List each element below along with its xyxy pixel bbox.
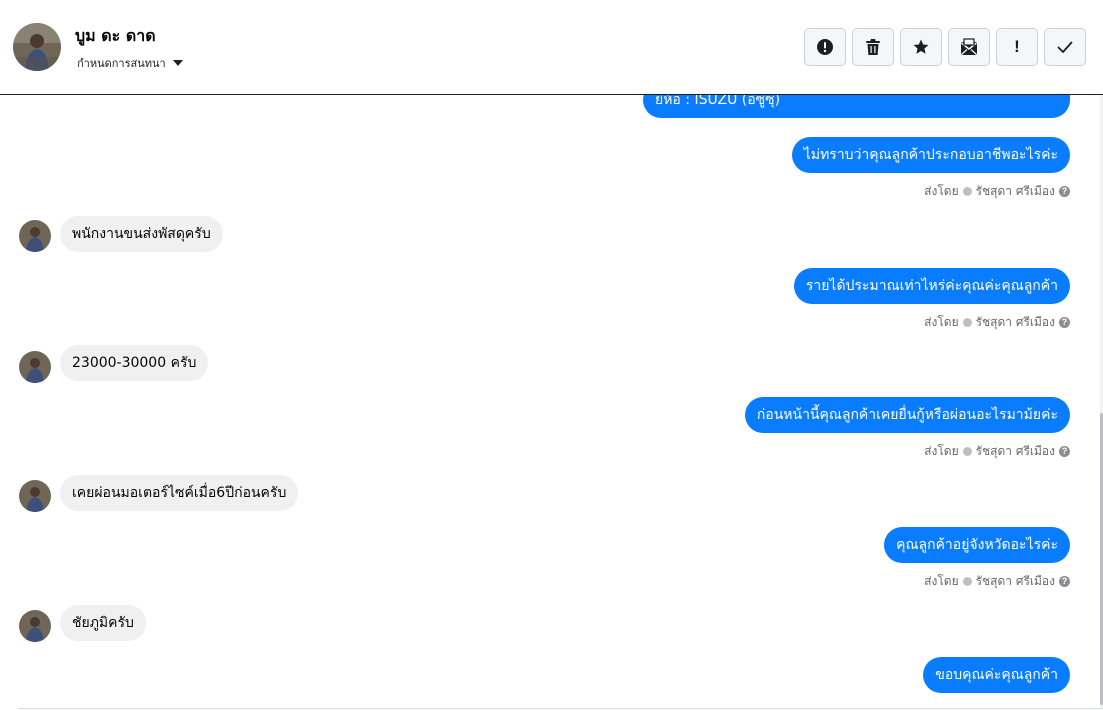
contact-avatar-small[interactable] (19, 480, 51, 512)
message-text: พนักงานขนส่งพัสดุครับ (72, 226, 211, 242)
sender-name: รัชสุดา ศรีเมือง (975, 574, 1055, 588)
mark-done-button[interactable] (1044, 28, 1086, 66)
message-incoming[interactable]: 23000-30000 ครับ (60, 345, 209, 381)
message-outgoing[interactable]: คุณลูกค้าอยู่จังหวัดอะไรค่ะ (884, 527, 1070, 563)
help-icon[interactable]: ? (1059, 446, 1070, 457)
sent-by-meta: ส่งโดย รัชสุดา ศรีเมือง ? (924, 442, 1070, 461)
message-incoming[interactable]: เคยผ่อนมอเตอร์ไซค์เมื่อ6ปีก่อนครับ (60, 475, 299, 511)
sent-by-label: ส่งโดย (924, 574, 959, 588)
sender-name: รัชสุดา ศรีเมือง (975, 444, 1055, 458)
message-text: ขอบคุณค่ะคุณลูกค้า (935, 667, 1058, 683)
message-outgoing[interactable]: ไม่ทราบว่าคุณลูกค้าประกอบอาชีพอะไรค่ะ (791, 137, 1070, 173)
contact-avatar-small[interactable] (19, 220, 51, 252)
sent-by-label: ส่งโดย (924, 444, 959, 458)
sent-status-icon (962, 577, 972, 586)
message-incoming[interactable]: พนักงานขนส่งพัสดุครับ (60, 216, 223, 252)
sent-by-meta: ส่งโดย รัชสุดา ศรีเมือง ? (924, 313, 1070, 332)
sent-status-icon (962, 318, 972, 327)
message-text: ก่อนหน้านี้คุณลูกค้าเคยยื่นกู้หรือผ่อนอะ… (756, 407, 1058, 423)
conversation-settings-dropdown[interactable]: กำหนดการสนทนา (77, 54, 183, 72)
mark-spam-button[interactable] (804, 28, 846, 66)
help-icon[interactable]: ? (1059, 317, 1070, 328)
follow-up-button[interactable]: ! (996, 28, 1038, 66)
trash-icon (866, 39, 880, 55)
caret-down-icon (172, 60, 183, 66)
conversation-settings-label: กำหนดการสนทนา (77, 57, 166, 70)
message-text: รายได้ประมาณเท่าไหร่ค่ะคุณค่ะคุณลูกค้า (805, 278, 1058, 294)
message-outgoing[interactable]: ยี่ห้อ : ISUZU (อีซูซุ) (643, 95, 1070, 118)
message-outgoing[interactable]: ขอบคุณค่ะคุณลูกค้า (923, 657, 1070, 693)
message-outgoing[interactable]: ก่อนหน้านี้คุณลูกค้าเคยยื่นกู้หรือผ่อนอะ… (744, 397, 1070, 433)
sent-status-icon (962, 187, 972, 196)
sent-by-label: ส่งโดย (924, 315, 959, 329)
sent-by-meta: ส่งโดย รัชสุดา ศรีเมือง ? (924, 182, 1070, 201)
help-icon[interactable]: ? (1059, 576, 1070, 587)
mail-icon (961, 38, 977, 55)
message-thread: ยี่ห้อ : ISUZU (อีซูซุ) ไม่ทราบว่าคุณลูก… (0, 95, 1103, 710)
sent-by-label: ส่งโดย (924, 184, 959, 198)
alert-circle-icon (817, 39, 833, 55)
sent-by-meta: ส่งโดย รัชสุดา ศรีเมือง ? (924, 572, 1070, 591)
message-text: 23000-30000 ครับ (72, 355, 197, 371)
message-text: ไม่ทราบว่าคุณลูกค้าประกอบอาชีพอะไรค่ะ (803, 147, 1058, 163)
sender-name: รัชสุดา ศรีเมือง (975, 184, 1055, 198)
sender-name: รัชสุดา ศรีเมือง (975, 315, 1055, 329)
sent-status-icon (962, 447, 972, 456)
contact-name: บูม ดะ ดาด (75, 26, 156, 45)
mark-unread-button[interactable] (948, 28, 990, 66)
message-text: ชัยภูมิครับ (72, 615, 134, 631)
star-button[interactable] (900, 28, 942, 66)
checkmark-icon (1057, 41, 1073, 53)
thread-bottom-divider (18, 708, 1103, 709)
message-text: คุณลูกค้าอยู่จังหวัดอะไรค่ะ (896, 537, 1058, 553)
thread-toolbar: ! (804, 28, 1086, 66)
contact-avatar[interactable] (13, 23, 61, 71)
message-outgoing[interactable]: รายได้ประมาณเท่าไหร่ค่ะคุณค่ะคุณลูกค้า (793, 268, 1070, 304)
contact-avatar-small[interactable] (19, 351, 51, 383)
message-incoming[interactable]: ชัยภูมิครับ (60, 605, 146, 641)
delete-button[interactable] (852, 28, 894, 66)
message-text: ยี่ห้อ : ISUZU (อีซูซุ) (655, 95, 781, 108)
contact-avatar-small[interactable] (19, 610, 51, 642)
message-text: เคยผ่อนมอเตอร์ไซค์เมื่อ6ปีก่อนครับ (72, 485, 287, 501)
exclamation-icon: ! (1014, 37, 1020, 56)
help-icon[interactable]: ? (1059, 186, 1070, 197)
star-icon (913, 39, 929, 54)
conversation-header: บูม ดะ ดาด กำหนดการสนทนา ! (0, 0, 1103, 95)
